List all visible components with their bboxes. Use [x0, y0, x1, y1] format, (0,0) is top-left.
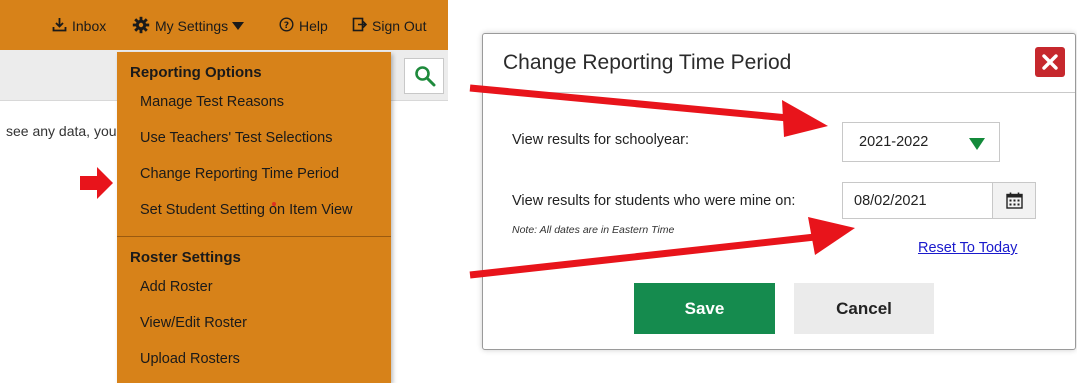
- magnifier-icon: [414, 65, 436, 92]
- top-navigation-bar: Inbox My Settings ? Help Sign Out: [0, 0, 448, 50]
- inbox-link[interactable]: Inbox: [52, 15, 106, 37]
- schoolyear-label: View results for schoolyear:: [512, 132, 690, 148]
- help-link[interactable]: ? Help: [279, 15, 328, 37]
- my-settings-label: My Settings: [155, 18, 229, 34]
- dialog-header: Change Reporting Time Period: [483, 34, 1075, 93]
- roster-settings-header: Roster Settings: [130, 249, 241, 266]
- reset-to-today-link[interactable]: Reset To Today: [918, 240, 1017, 256]
- question-circle-icon: ?: [279, 17, 294, 35]
- cancel-button[interactable]: Cancel: [794, 283, 934, 334]
- calendar-button[interactable]: [992, 182, 1036, 219]
- schoolyear-value: 2021-2022: [859, 134, 929, 150]
- menu-item-add-roster[interactable]: Add Roster: [140, 279, 213, 295]
- help-label: Help: [299, 18, 328, 34]
- menu-divider: [117, 236, 391, 237]
- close-icon: [1042, 54, 1058, 75]
- dialog-title: Change Reporting Time Period: [503, 51, 792, 74]
- close-button[interactable]: [1035, 47, 1065, 77]
- sign-out-icon: [352, 17, 368, 35]
- sign-out-label: Sign Out: [372, 18, 427, 34]
- gear-icon: [132, 16, 150, 37]
- change-reporting-time-period-dialog: Change Reporting Time Period View result…: [482, 33, 1076, 350]
- menu-item-set-student-setting[interactable]: Set Student Setting on Item View: [140, 202, 353, 218]
- download-tray-icon: [52, 17, 67, 35]
- calendar-icon: [1006, 192, 1023, 214]
- mine-on-label: View results for students who were mine …: [512, 193, 796, 209]
- caret-down-icon: [969, 137, 985, 155]
- menu-item-manage-test-reasons[interactable]: Manage Test Reasons: [140, 94, 284, 110]
- cursor-dot: [272, 202, 276, 206]
- caret-down-icon: [232, 18, 245, 34]
- date-input[interactable]: 08/02/2021: [842, 182, 993, 219]
- my-settings-dropdown: Reporting Options Manage Test Reasons Us…: [117, 52, 391, 383]
- menu-item-upload-rosters[interactable]: Upload Rosters: [140, 351, 240, 367]
- search-button[interactable]: [404, 58, 444, 94]
- timezone-note: Note: All dates are in Eastern Time: [512, 224, 675, 236]
- reporting-options-header: Reporting Options: [130, 64, 262, 81]
- inbox-label: Inbox: [72, 18, 107, 34]
- sign-out-link[interactable]: Sign Out: [352, 15, 426, 37]
- save-button[interactable]: Save: [634, 283, 775, 334]
- pointer-arrow-left: [80, 165, 114, 206]
- schoolyear-select[interactable]: 2021-2022: [842, 122, 1000, 162]
- date-value: 08/02/2021: [854, 193, 927, 209]
- menu-item-view-edit-roster[interactable]: View/Edit Roster: [140, 315, 247, 331]
- svg-text:?: ?: [284, 21, 289, 31]
- menu-item-use-teachers-test-selections[interactable]: Use Teachers' Test Selections: [140, 130, 332, 146]
- menu-item-change-reporting-time-period[interactable]: Change Reporting Time Period: [140, 166, 339, 182]
- my-settings-menu-button[interactable]: My Settings: [132, 15, 245, 37]
